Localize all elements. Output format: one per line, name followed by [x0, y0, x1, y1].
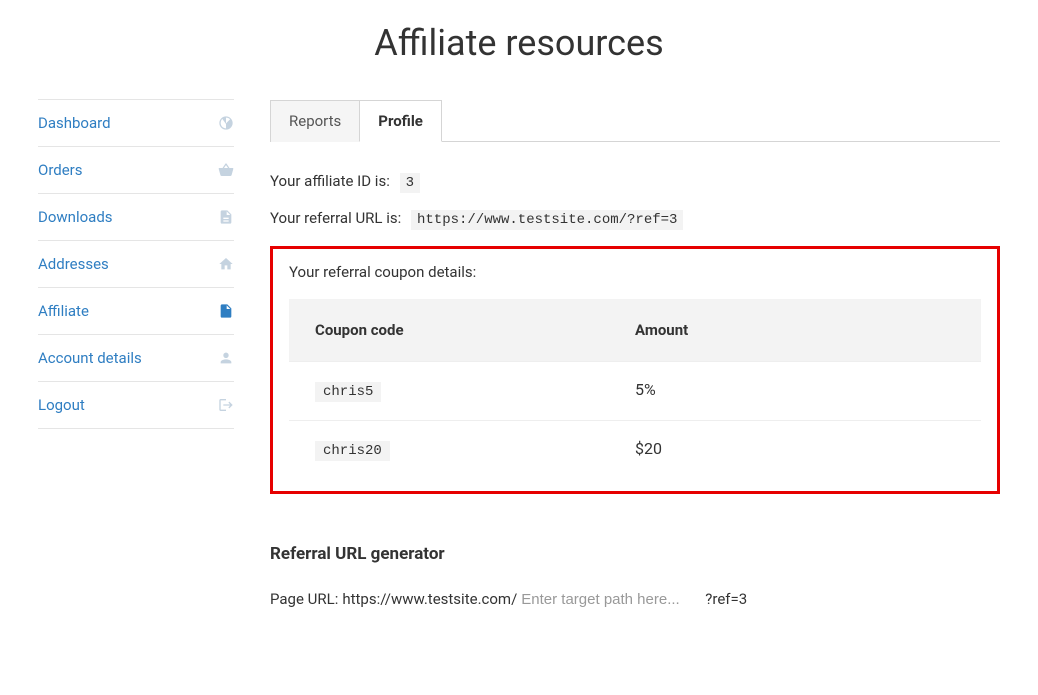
coupon-section: Your referral coupon details: Coupon cod… [270, 246, 1000, 494]
sidebar-item-dashboard[interactable]: Dashboard [38, 99, 234, 146]
sidebar-item-account[interactable]: Account details [38, 334, 234, 381]
main-content: Reports Profile Your affiliate ID is: 3 … [234, 99, 1000, 608]
coupon-header: Coupon code Amount [289, 299, 981, 361]
referral-url-label: Your referral URL is: [270, 209, 401, 227]
coupon-code-value: chris5 [315, 382, 381, 402]
sidebar-item-label: Dashboard [38, 114, 111, 132]
coupon-code-value: chris20 [315, 441, 390, 461]
referral-url-row: Your referral URL is: https://www.testsi… [270, 209, 1000, 228]
url-generator-section: Referral URL generator Page URL: https:/… [270, 544, 1000, 608]
document-icon [218, 303, 234, 319]
file-icon [218, 209, 234, 225]
sidebar-item-orders[interactable]: Orders [38, 146, 234, 193]
page-url-label: Page URL: [270, 590, 338, 608]
tab-reports[interactable]: Reports [270, 100, 360, 142]
sidebar-item-label: Addresses [38, 255, 109, 273]
basket-icon [218, 162, 234, 178]
sidebar-item-downloads[interactable]: Downloads [38, 193, 234, 240]
base-url-text: https://www.testsite.com/ [342, 590, 517, 608]
coupon-header-code: Coupon code [315, 321, 635, 339]
sidebar-item-label: Affiliate [38, 302, 89, 320]
url-generator-heading: Referral URL generator [270, 544, 1000, 564]
target-path-input[interactable] [521, 591, 701, 608]
sidebar-item-label: Logout [38, 396, 85, 414]
affiliate-id-value: 3 [400, 173, 420, 193]
sidebar-item-addresses[interactable]: Addresses [38, 240, 234, 287]
tabs: Reports Profile [270, 99, 1000, 142]
coupon-amount-value: $20 [635, 439, 955, 461]
sidebar: Dashboard Orders Downloads Addresses Aff… [38, 99, 234, 608]
sidebar-item-logout[interactable]: Logout [38, 381, 234, 429]
user-icon [218, 350, 234, 366]
sidebar-item-label: Account details [38, 349, 142, 367]
sidebar-item-label: Orders [38, 161, 83, 179]
referral-url-value: https://www.testsite.com/?ref=3 [411, 210, 683, 230]
sidebar-item-affiliate[interactable]: Affiliate [38, 287, 234, 334]
coupon-amount-value: 5% [635, 380, 955, 402]
affiliate-id-row: Your affiliate ID is: 3 [270, 172, 1000, 191]
coupon-row: chris20 $20 [289, 420, 981, 479]
url-generator-row: Page URL: https://www.testsite.com/ ?ref… [270, 590, 1000, 608]
page-title: Affiliate resources [0, 22, 1038, 64]
coupon-row: chris5 5% [289, 361, 981, 420]
coupon-table: Coupon code Amount chris5 5% chris20 $20 [289, 299, 981, 479]
coupon-section-label: Your referral coupon details: [289, 263, 981, 281]
dashboard-icon [218, 115, 234, 131]
tab-profile[interactable]: Profile [359, 100, 442, 142]
logout-icon [218, 397, 234, 413]
sidebar-item-label: Downloads [38, 208, 113, 226]
coupon-header-amount: Amount [635, 321, 955, 339]
url-suffix-text: ?ref=3 [705, 590, 747, 608]
affiliate-id-label: Your affiliate ID is: [270, 172, 390, 190]
home-icon [218, 256, 234, 272]
